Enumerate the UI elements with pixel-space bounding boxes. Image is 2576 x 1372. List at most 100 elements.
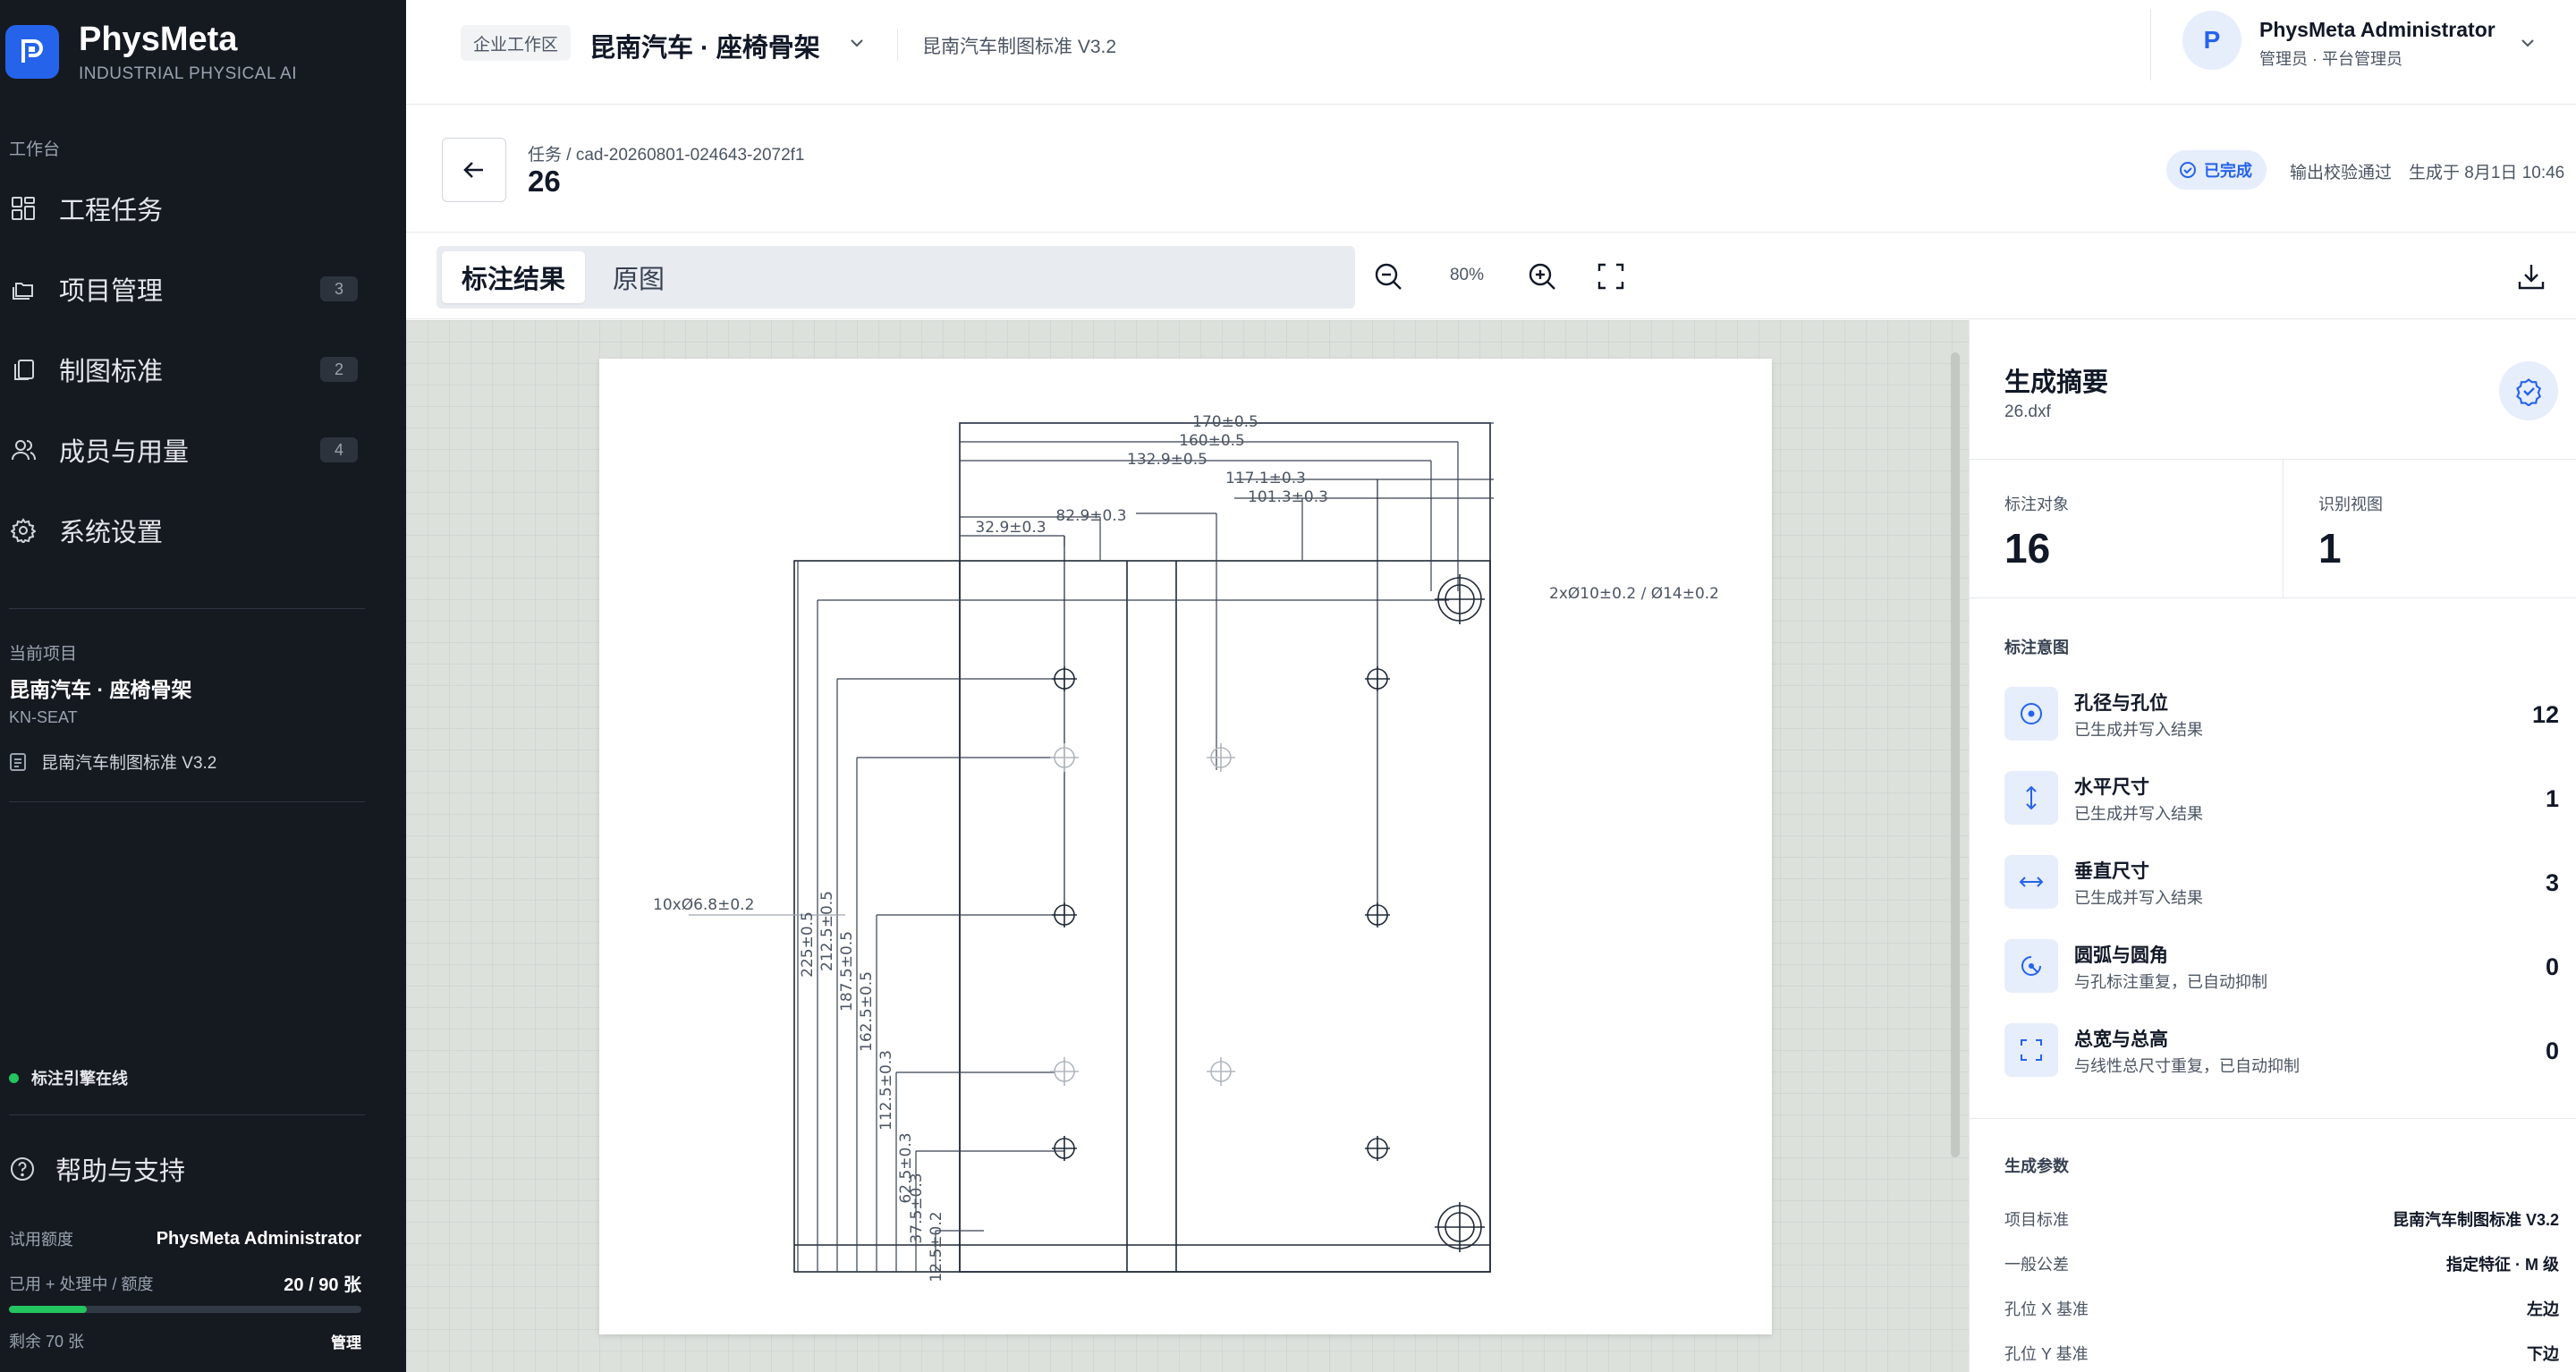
param-value: 下边: [2527, 1345, 2559, 1363]
quota-usage-label: 已用 + 处理中 / 额度: [9, 1275, 154, 1293]
param-row: 孔位 X 基准 左边: [2004, 1297, 2559, 1320]
engine-status: 标注引擎在线: [9, 1066, 128, 1089]
intent-name: 圆弧与圆角: [2074, 945, 2168, 966]
dimension-text: 170±0.5 160±0.5 132.9±0.5 117.1±0.3 101.…: [653, 413, 1719, 1283]
stat-value: 1: [2318, 525, 2342, 572]
param-row: 项目标准 昆南汽车制图标准 V3.2: [2004, 1207, 2559, 1231]
engine-status-label: 标注引擎在线: [31, 1070, 128, 1088]
zoom-in-button[interactable]: [1524, 258, 1560, 294]
drawing-canvas[interactable]: 170±0.5 160±0.5 132.9±0.5 117.1±0.3 101.…: [406, 320, 1969, 1372]
chevron-down-icon[interactable]: [2517, 32, 2538, 58]
intent-desc: 已生成并写入结果: [2074, 805, 2203, 823]
quota-plan-label: 试用额度: [9, 1231, 73, 1249]
status-badge: 已完成: [2166, 150, 2267, 190]
document-icon: [10, 752, 26, 771]
sidebar-item-standards[interactable]: 制图标准 2: [0, 329, 406, 410]
holes: [1050, 574, 1485, 1252]
panel-divider: [1970, 597, 2576, 598]
arrow-left-icon: [463, 162, 483, 178]
fullscreen-button[interactable]: [1593, 258, 1629, 294]
canvas-scrollbar[interactable]: [1951, 352, 1960, 1157]
nav-section-label: 工作台: [9, 140, 61, 159]
copy-icon: [9, 355, 38, 384]
quota-progress-bar: [9, 1306, 361, 1313]
quota-progress-fill: [9, 1306, 88, 1313]
sidebar-divider: [9, 608, 365, 609]
dim-top-117: 117.1±0.3: [1225, 470, 1306, 487]
frame-icon: [2004, 1023, 2058, 1077]
stat-label: 识别视图: [2318, 495, 2383, 513]
tab-annotation-result[interactable]: 标注结果: [442, 251, 585, 303]
params-heading: 生成参数: [2004, 1157, 2069, 1175]
stat-annotated-objects: 标注对象 16: [2004, 492, 2069, 572]
stat-divider: [2283, 459, 2284, 597]
chevron-down-icon[interactable]: [846, 32, 868, 58]
intent-name: 垂直尺寸: [2074, 861, 2149, 882]
verified-check-icon: [2499, 361, 2558, 420]
dim-left-12: 12.5±0.2: [928, 1211, 945, 1282]
quota-remaining: 剩余 70 张: [9, 1333, 85, 1351]
intent-row-arcs[interactable]: 圆弧与圆角 与孔标注重复，已自动抑制 0: [2004, 939, 2559, 1023]
sidebar-item-tasks[interactable]: 工程任务: [0, 168, 406, 249]
sidebar-item-settings[interactable]: 系统设置: [0, 490, 406, 571]
sidebar-item-label: 系统设置: [59, 519, 164, 547]
current-project-standard[interactable]: 昆南汽车制图标准 V3.2: [9, 750, 216, 774]
intent-heading: 标注意图: [2004, 639, 2069, 656]
zoom-level: 80%: [1449, 266, 1485, 284]
param-key: 孔位 Y 基准: [2004, 1345, 2089, 1363]
param-key: 一般公差: [2004, 1256, 2069, 1274]
avatar[interactable]: P: [2182, 11, 2241, 70]
sidebar-item-members[interactable]: 成员与用量 4: [0, 410, 406, 490]
intent-row-vertical[interactable]: 垂直尺寸 已生成并写入结果 3: [2004, 855, 2559, 939]
file-name: 26.dxf: [2004, 402, 2051, 421]
quota-usage-value: 20 / 90 张: [284, 1275, 361, 1295]
param-value: 昆南汽车制图标准 V3.2: [2392, 1211, 2559, 1229]
tab-original[interactable]: 原图: [603, 251, 674, 303]
sidebar-item-projects[interactable]: 项目管理 3: [0, 249, 406, 329]
dim-top-170: 170±0.5: [1192, 413, 1258, 431]
intent-desc: 与孔标注重复，已自动抑制: [2074, 973, 2267, 991]
horizontal-arrows-icon: [2004, 855, 2058, 909]
user-role: 管理员 · 平台管理员: [2259, 50, 2402, 68]
sidebar-item-label: 工程任务: [59, 197, 164, 225]
brand-name: PhysMeta: [79, 21, 238, 58]
intent-row-horizontal[interactable]: 水平尺寸 已生成并写入结果 1: [2004, 771, 2559, 855]
count-badge: 4: [320, 437, 358, 462]
current-project-standard-label: 昆南汽车制图标准 V3.2: [41, 754, 217, 773]
breadcrumb: 任务 / cad-20260801-024643-2072f1: [528, 146, 805, 165]
user-name[interactable]: PhysMeta Administrator: [2259, 18, 2496, 42]
hole-centerlines: [1063, 479, 1378, 915]
quota-manage-link[interactable]: 管理: [331, 1330, 361, 1352]
grid-icon: [9, 194, 38, 223]
intent-name: 水平尺寸: [2074, 777, 2149, 798]
generated-timestamp: 生成于 8月1日 10:46: [2409, 164, 2565, 182]
drawing-sheet[interactable]: 170±0.5 160±0.5 132.9±0.5 117.1±0.3 101.…: [599, 359, 1772, 1334]
task-header: 任务 / cad-20260801-024643-2072f1 26 已完成 输…: [406, 106, 2576, 233]
intent-row-holes[interactable]: 孔径与孔位 已生成并写入结果 12: [2004, 687, 2559, 771]
workspace-title[interactable]: 昆南汽车 · 座椅骨架: [589, 27, 820, 64]
dim-top-160: 160±0.5: [1179, 432, 1245, 450]
intent-desc: 已生成并写入结果: [2074, 889, 2203, 907]
sidebar-item-label: 成员与用量: [59, 438, 190, 467]
help-circle-icon: [11, 1157, 34, 1181]
workspace-standard: 昆南汽车制图标准 V3.2: [922, 37, 1117, 57]
panel-divider: [1970, 459, 2576, 460]
zoom-out-button[interactable]: [1370, 258, 1406, 294]
arc-icon: [2004, 939, 2058, 993]
sidebar-divider: [9, 801, 365, 802]
intent-row-overall[interactable]: 总宽与总高 与线性总尺寸重复，已自动抑制 0: [2004, 1023, 2559, 1107]
current-project-name[interactable]: 昆南汽车 · 座椅骨架: [9, 673, 191, 703]
current-project-label: 当前项目: [9, 645, 78, 664]
brand[interactable]: PhysMeta INDUSTRIAL PHYSICAL AI: [5, 20, 297, 84]
intent-count: 1: [2545, 785, 2559, 812]
dim-top-132: 132.9±0.5: [1127, 451, 1208, 469]
help-support-link[interactable]: 帮助与支持: [9, 1150, 185, 1188]
download-button[interactable]: [2513, 258, 2549, 294]
dim-left-225: 225±0.5: [799, 911, 817, 978]
back-button[interactable]: [442, 138, 506, 202]
workspace-badge: 企业工作区: [461, 25, 572, 61]
gear-icon: [9, 516, 38, 545]
param-row: 一般公差 指定特征 · M 级: [2004, 1252, 2559, 1275]
online-dot-icon: [9, 1072, 19, 1083]
dim-top-101: 101.3±0.3: [1248, 488, 1328, 506]
